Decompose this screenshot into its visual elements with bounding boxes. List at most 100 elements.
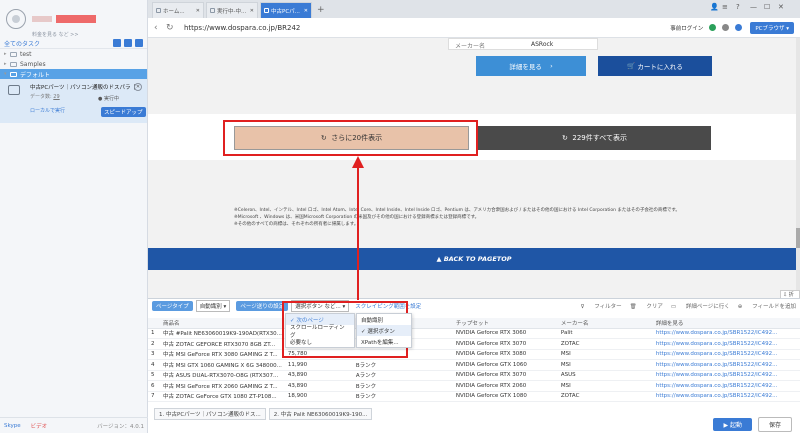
user-icon[interactable]: 👤: [710, 3, 719, 11]
save-button[interactable]: 保存: [757, 416, 792, 432]
table-row[interactable]: 5 中古 ASUS DUAL-RTX3070-O8G (RTX307... 43,8…: [148, 370, 800, 381]
all-tasks-label[interactable]: 全てのタスク: [4, 39, 110, 48]
close-icon[interactable]: ✕: [304, 8, 308, 14]
page-icon: [210, 8, 215, 13]
table-cell: NVIDIA Geforce RTX 3070: [452, 338, 558, 350]
table-row[interactable]: 1中古 #Palit NE63060019K9-190AD(RTX30...32…: [148, 328, 800, 339]
table-cell: https://www.dospara.co.jp/SBR1522/IC492.…: [652, 328, 800, 339]
trademark-note-1: ※Celeron、Intel、インテル、Intel ロゴ、Intel Atom、…: [234, 208, 680, 213]
tab-label: 中古PCパ...: [271, 8, 300, 15]
url-field[interactable]: https://www.dospara.co.jp/BR242: [184, 24, 300, 32]
tab-home[interactable]: ホーム... ✕: [152, 2, 204, 18]
table-cell: https://www.dospara.co.jp/SBR1522/IC492.…: [652, 391, 800, 402]
add-field-button[interactable]: ⊕ フィールドを追加: [738, 302, 796, 310]
folder-add-icon[interactable]: [135, 39, 143, 47]
refresh-icon[interactable]: ↻: [166, 23, 178, 33]
info-dot-icon[interactable]: [735, 24, 743, 31]
start-button[interactable]: ▶ 起動: [713, 417, 752, 431]
trademark-note-3: ※その他のすべての商標は、それぞれの所有者に帰属します。: [234, 222, 359, 227]
maximize-icon[interactable]: ☐: [764, 3, 770, 11]
add-to-cart-button[interactable]: 🛒 カートに入れる: [598, 56, 712, 76]
skype-link[interactable]: Skype: [4, 423, 21, 429]
table-row[interactable]: 4 中古 MSI GTX 1060 GAMING X 6G 348000... 11…: [148, 359, 800, 371]
table-cell: MSI: [557, 380, 653, 392]
tree-item-samples[interactable]: ▸ Samples: [0, 59, 147, 69]
table-cell: 中古 ZOTAC GEFORCE RTX3070 8GB ZT...: [160, 338, 285, 350]
video-guide-link[interactable]: ビデオ: [31, 422, 48, 430]
option-auto-detect[interactable]: 自動識別: [357, 314, 411, 325]
column-header[interactable]: 商品名: [160, 318, 285, 329]
close-task-icon[interactable]: ✕: [134, 83, 142, 91]
next-page-submenu: 自動識別 ✓ 選択ボタン XPathを編集...: [356, 313, 412, 348]
folder-icon: [10, 71, 17, 77]
page-scrollbar[interactable]: [796, 38, 800, 298]
back-icon[interactable]: ‹: [154, 23, 166, 33]
table-cell: https://www.dospara.co.jp/SBR1522/IC492.…: [652, 359, 800, 371]
column-header[interactable]: チップセット: [452, 318, 558, 329]
pc-browser-select[interactable]: PCブラウザ ▾: [750, 21, 794, 34]
new-tab-icon[interactable]: +: [317, 5, 325, 15]
page-type-label: ページタイプ: [152, 301, 193, 311]
table-row[interactable]: 6 中古 MSI GeForce RTX 2060 GAMING Z T... 43…: [148, 380, 800, 392]
table-cell: https://www.dospara.co.jp/SBR1522/IC492.…: [652, 338, 800, 350]
table-row[interactable]: 7 中古 ZOTAC GeForce GTX 1080 ZT-P108... 18,…: [148, 391, 800, 402]
table-cell: 4: [148, 359, 160, 371]
list-icon[interactable]: ≡: [722, 3, 728, 11]
table-cell: ZOTAC: [557, 338, 653, 350]
running-task-card[interactable]: 中古PCパーツ｜パソコン通販のドスパラ【 データ数: 29 ● 実行中 ✕ ロー…: [0, 79, 147, 123]
pre-login-button[interactable]: 事前ログイン: [670, 24, 703, 32]
show-all-button[interactable]: ↻ 229件すべて表示: [478, 126, 711, 150]
option-scroll-loading[interactable]: スクロールローディング: [286, 325, 354, 339]
settings-dot-icon[interactable]: [722, 24, 730, 31]
maker-value: ASRock: [531, 41, 554, 48]
account-badge[interactable]: [56, 15, 96, 23]
table-cell: ASUS: [557, 370, 653, 381]
option-select-button[interactable]: ✓ 選択ボタン: [357, 325, 411, 336]
plan-link[interactable]: 料金を見る など >>: [32, 31, 79, 38]
close-window-icon[interactable]: ✕: [778, 3, 784, 11]
column-header[interactable]: 詳細を見る: [652, 318, 800, 329]
table-row[interactable]: 2中古 ZOTAC GEFORCE RTX3070 8GB ZT...43,89…: [148, 338, 800, 350]
filter-button[interactable]: ⊽ フィルター: [580, 302, 621, 310]
pagination-dropdown: ✓ 次のページ スクロールローディング 必要なし: [285, 313, 355, 348]
page-icon: [156, 8, 161, 13]
back-to-pagetop-link[interactable]: ▲ BACK TO PAGETOP: [148, 248, 800, 270]
import-icon[interactable]: [124, 39, 132, 47]
new-task-icon[interactable]: [113, 39, 121, 47]
table-cell: 中古 MSI GeForce RTX 3080 GAMING Z T...: [160, 349, 285, 360]
sidebar-footer: Skype ビデオ バージョン：4.0.1: [0, 417, 148, 433]
close-icon[interactable]: ✕: [196, 8, 200, 14]
app-window: 料金を見る など >> 全てのタスク ▸ test ▸ Samples ▾ デフ…: [0, 0, 800, 433]
highlight-box-more: [223, 120, 478, 156]
scroll-thumb[interactable]: [796, 228, 800, 248]
speed-up-button[interactable]: スピードアップ: [101, 107, 146, 117]
browser-panel: ホーム... ✕ 実行中-中... ✕ 中古PCパ... ✕ + 👤 ≡ ? — ☐ …: [148, 0, 800, 433]
preview-button[interactable]: ▭ 詳細ページに行く: [671, 302, 730, 310]
tree-item-test[interactable]: ▸ test: [0, 49, 147, 59]
column-header[interactable]: メーカー名: [557, 318, 653, 329]
table-cell: 7: [148, 391, 160, 402]
table-cell: NVIDIA Geforce RTX 3080: [452, 349, 558, 360]
close-icon[interactable]: ✕: [250, 8, 254, 14]
table-cell: NVIDIA Geforce RTX 3060: [452, 328, 558, 339]
table-cell: Bランク: [352, 359, 453, 371]
help-icon[interactable]: ?: [736, 3, 740, 11]
minimize-icon[interactable]: —: [750, 3, 757, 11]
task-status: ● 実行中: [98, 96, 119, 102]
tree-item-default[interactable]: ▾ デフォルト: [0, 69, 147, 79]
detail-button[interactable]: 詳細を見る ›: [476, 56, 586, 76]
option-edit-xpath[interactable]: XPathを編集...: [357, 336, 411, 347]
page-type-select[interactable]: 自動識別 ▾: [195, 300, 231, 312]
status-dot-icon[interactable]: [709, 24, 717, 31]
tab-running[interactable]: 実行中-中... ✕: [206, 2, 258, 18]
tab-used-pc[interactable]: 中古PCパ... ✕: [260, 2, 312, 18]
panel-toolbar: ページタイプ 自動識別 ▾ ページ送りの設定 選択ボタン など... ▾ スクレ…: [148, 299, 800, 313]
task-name: 中古PCパーツ｜パソコン通販のドスパラ【: [30, 85, 137, 91]
tree-item-label: デフォルト: [20, 71, 51, 79]
table-cell: Bランク: [352, 391, 453, 402]
folder-icon: [10, 51, 17, 57]
table-row[interactable]: 3 中古 MSI GeForce RTX 3080 GAMING Z T... 75…: [148, 349, 800, 360]
table-cell: NVIDIA Geforce GTX 1080: [452, 391, 558, 402]
address-bar: ‹ ↻ https://www.dospara.co.jp/BR242 事前ログ…: [148, 18, 800, 38]
clear-button[interactable]: 🗑 クリア: [630, 302, 663, 310]
